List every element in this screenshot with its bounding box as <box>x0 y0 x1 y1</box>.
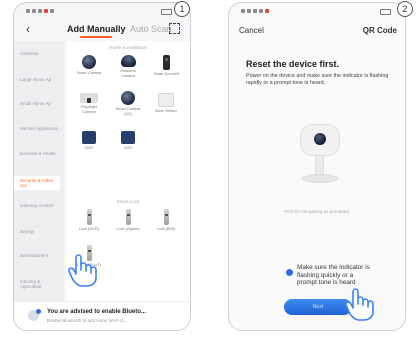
back-arrow-icon[interactable]: ‹ <box>26 22 30 36</box>
device-item[interactable]: DVR <box>114 131 142 151</box>
section-title: Smart Lock <box>116 199 140 204</box>
top-nav: Cancel QR Code <box>229 20 405 38</box>
tab-auto-scan[interactable]: Auto Scan <box>130 24 172 34</box>
pointing-hand-icon <box>345 288 374 321</box>
sidebar-item[interactable]: Cameras <box>14 51 60 56</box>
status-bar <box>14 3 190 18</box>
camera-head <box>300 124 340 156</box>
bluetooth-subtitle: Enable Bluetooth to add some Wi-Fi d... <box>47 318 127 323</box>
top-nav: ‹ Add Manually Auto Scan <box>14 20 190 38</box>
camera-illustration <box>299 124 340 194</box>
bluetooth-icon <box>28 309 41 321</box>
lock-icon <box>125 209 131 225</box>
sidebar-item[interactable]: Exercise & Health <box>14 151 60 156</box>
step-callout-1: 1 <box>174 1 190 17</box>
confirm-label: Make sure the indicator is flashing quic… <box>297 264 370 287</box>
category-sidebar: Cameras Large Home Ap Small Home Ap Kitc… <box>14 41 64 302</box>
camera-base <box>302 174 338 183</box>
sidebar-item[interactable]: Small Home Ap <box>14 101 60 106</box>
base-station-icon <box>158 93 174 107</box>
page-title: Reset the device first. <box>246 59 340 69</box>
pointing-hand-icon <box>68 254 97 287</box>
sidebar-item-security[interactable]: Security & Video Sur <box>14 176 60 190</box>
device-item[interactable]: Smart Doorbell <box>152 55 180 77</box>
device-item[interactable]: Smart Camera <box>75 55 103 76</box>
sidebar-item[interactable]: Kitchen Appliances <box>14 126 60 131</box>
qr-code-button[interactable]: QR Code <box>363 26 397 35</box>
pairing-caption: Perform net-pairing as prompted. <box>283 209 351 214</box>
nvr-icon <box>82 131 96 144</box>
sidebar-item[interactable]: Gateway Control <box>14 203 60 208</box>
device-item[interactable]: Outdoors Camera <box>114 55 142 78</box>
instruction-text: Power on the device and make sure the in… <box>246 73 389 86</box>
device-item[interactable]: Base Station <box>152 93 180 114</box>
bluetooth-prompt[interactable]: You are advised to enable Blueto... Enab… <box>14 301 190 330</box>
device-item[interactable]: Lock (Zigbee) <box>114 209 142 232</box>
confirm-checkbox[interactable] <box>286 269 293 276</box>
next-button[interactable]: Next <box>284 299 352 315</box>
bluetooth-title: You are advised to enable Blueto... <box>47 309 146 315</box>
lock-icon <box>163 209 169 225</box>
battery-icon <box>161 9 172 15</box>
battery-icon <box>380 9 391 15</box>
device-item[interactable]: Floodlight Camera <box>75 93 103 114</box>
sidebar-item[interactable]: Large Home Ap <box>14 77 60 82</box>
reset-device-screen: Cancel QR Code Reset the device first. P… <box>228 2 406 331</box>
ball-camera-icon <box>121 91 135 105</box>
camera-neck <box>315 155 324 175</box>
ball-camera-icon <box>82 55 96 69</box>
tab-add-manually[interactable]: Add Manually <box>67 24 126 34</box>
step-callout-2: 2 <box>397 1 413 17</box>
scan-icon[interactable] <box>169 23 180 34</box>
cancel-button[interactable]: Cancel <box>239 26 264 35</box>
device-item[interactable]: NVR <box>75 131 103 151</box>
status-icons <box>241 9 269 13</box>
device-item[interactable]: Lock (BLE) <box>152 209 180 232</box>
section-title: Home Surveillance <box>109 45 147 50</box>
sidebar-item[interactable]: Energy <box>14 229 60 234</box>
sidebar-item[interactable]: Entertainment <box>14 253 60 258</box>
doorbell-icon <box>162 55 170 70</box>
sidebar-item[interactable]: Industry & Agriculture <box>14 279 60 289</box>
lock-icon <box>86 209 92 225</box>
device-item[interactable]: Smart Camera (4G) <box>114 91 142 116</box>
dvr-icon <box>121 131 135 144</box>
camera-lens-icon <box>314 133 326 145</box>
active-tab-indicator <box>80 36 112 38</box>
status-bar <box>229 3 405 18</box>
status-icons <box>26 9 54 13</box>
floodlight-camera-icon <box>80 93 98 103</box>
device-item[interactable]: Lock (Wi-Fi) <box>75 209 103 232</box>
dome-camera-icon <box>120 55 136 67</box>
